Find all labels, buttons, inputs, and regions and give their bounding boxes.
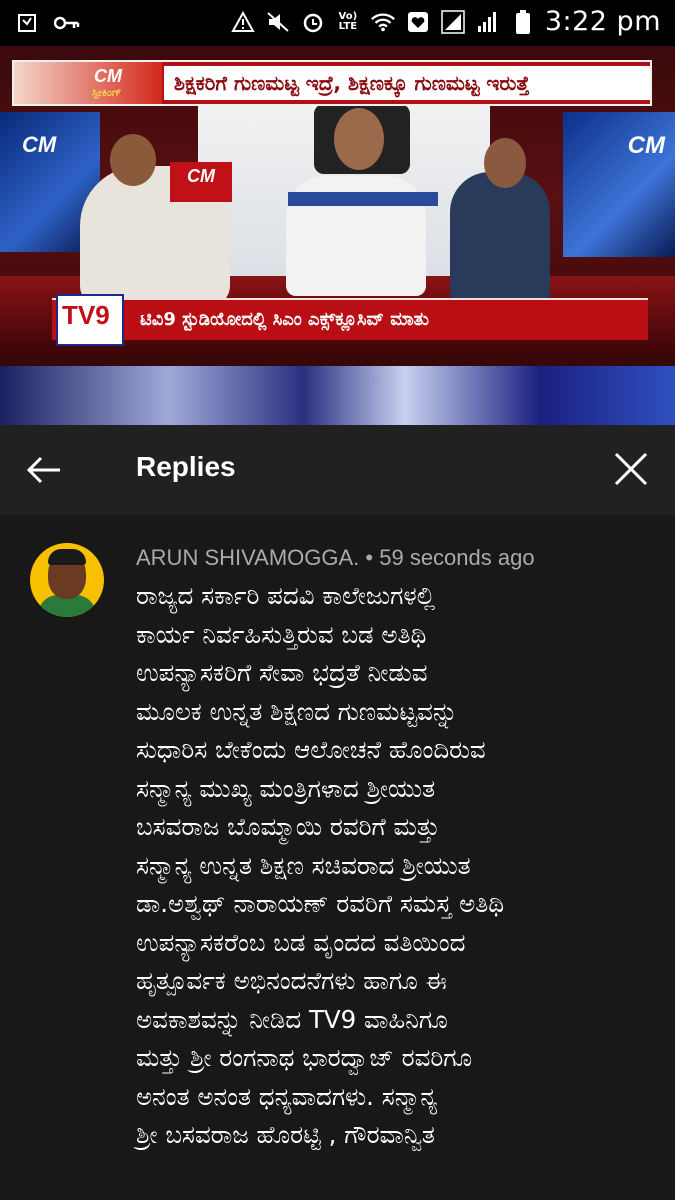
video-lower-graphic [0,366,675,425]
meta-separator: • [359,545,380,570]
comment-line: ಉಪನ್ಯಾಸಕರೆಂಬ ಬಡ ವೃಂದದ ವತಿಯಿಂದ [136,927,466,957]
ticker-bar: ಟಿವಿ9 ಸ್ಟುಡಿಯೋದಲ್ಲಿ ಸಿಎಂ ಎಕ್ಸ್‌ಕ್ಲೂಸಿವ್ … [52,298,648,340]
avatar-hair [48,549,86,565]
cm-sub: ಸ್ಪೀಕಿಂಗ್ [92,86,122,99]
close-icon [614,452,648,486]
comment-timestamp: 59 seconds ago [379,545,535,570]
guest-nameplate [288,192,438,206]
comment-text: ರಾಜ್ಯದ ಸರ್ಕಾರಿ ಪದವಿ ಕಾಲೇಜುಗಳಲ್ಲಿ ಕಾರ್ಯ ನ… [136,577,656,1155]
video-player[interactable]: CM CM CM CM ಸ್ಪೀಕಿಂಗ್ ಶಿಕ್ಷಕರಿಗೆ ಗುಣಮಟ್ಟ… [0,46,675,425]
alarm-icon [300,9,326,35]
cm-badge: CM [94,66,122,86]
cm-logo-left: CM [22,132,57,157]
comment-author[interactable]: ARUN SHIVAMOGGA. [136,545,359,570]
comment-line: ಸುಧಾರಿಸ ಬೇಕೆಂದು ಆಲೋಚನೆ ಹೊಂದಿರುವ [136,735,486,764]
comment-line: ಅವಕಾಶವನ್ನು ನೀಡಿದ TV9 ವಾಹಿನಿಗೂ [136,1004,448,1034]
status-left-icons [14,10,80,36]
comment-line: ರಾಜ್ಯದ ಸರ್ಕಾರಿ ಪದವಿ ಕಾಲೇಜುಗಳಲ್ಲಿ [136,581,436,610]
signal-icon [440,9,466,35]
heart-box-icon [405,9,431,35]
ticker-text: ಟಿವಿ9 ಸ್ಟುಡಿಯೋದಲ್ಲಿ ಸಿಎಂ ಎಕ್ಸ್‌ಕ್ಲೂಸಿವ್ … [140,309,429,330]
avatar[interactable] [30,543,104,617]
comment-line: ಡಾ.ಅಶ್ವಥ್ ನಾರಾಯಣ್ ರವರಿಗೆ ಸಮಸ್ತ ಅತಿಥಿ [136,889,505,918]
volte-icon: Vo) LTE [338,10,358,32]
host-right-head [484,138,526,188]
reply-comment: ARUN SHIVAMOGGA. • 59 seconds ago ರಾಜ್ಯದ… [0,515,675,1200]
status-right-icons: Vo) LTE 3:22 pm [230,6,661,37]
airplane-alert-icon [230,9,256,35]
comment-line: ಅನಂತ ಅನಂತ ಧನ್ಯವಾದಗಳು. ಸನ್ಮಾನ್ಯ [136,1081,438,1111]
comment-line: ಬಸವರಾಜ ಬೊಮ್ಮಾಯಿ ರವರಿಗೆ ಮತ್ತು [136,812,440,841]
guest-head [334,108,384,170]
battery-icon [510,9,536,35]
comment-line: ಮೂಲಕ ಉನ್ನತ ಶಿಕ್ಷಣದ ಗುಣಮಟ್ಟವನ್ನು [136,696,458,726]
replies-title: Replies [136,451,236,482]
tv9-logo-text: TV9 [62,300,110,330]
wifi-icon [370,9,396,35]
cm-speaking-logo: CM ಸ್ಪೀಕಿಂಗ್ [14,62,162,104]
clock-time: 3:22 pm [544,6,661,37]
comment-line: ಶ್ರೀ ಬಸವರಾಜ ಹೊರಟ್ಟಿ , ಗೌರವಾನ್ವಿತ [136,1120,435,1149]
comment-line: ಸನ್ಮಾನ್ಯ ಮುಖ್ಯ ಮಂತ್ರಿಗಳಾದ ಶ್ರೀಯುತ [136,773,436,803]
comment-line: ಮತ್ತು ಶ್ರೀ ರಂಗನಾಥ ಭಾರದ್ವಾಜ್ ರವರಿಗೂ [136,1043,473,1072]
comment-line: ಉಪನ್ಯಾಸಕರಿಗೆ ಸೇವಾ ಭದ್ರತೆ ನೀಡುವ [136,658,428,687]
arrow-left-icon [26,456,60,484]
signal-icon [475,9,501,35]
headline-text: ಶಿಕ್ಷಕರಿಗೆ ಗುಣಮಟ್ಟ ಇದ್ರೆ, ಶಿಕ್ಷಣಕ್ಕೂ ಗುಣ… [164,66,650,100]
comment-meta: ARUN SHIVAMOGGA. • 59 seconds ago [136,545,535,571]
cm-logo-center: CM [170,162,232,202]
replies-header: Replies [0,425,675,515]
host-right-figure [450,172,550,312]
comment-line: ಸನ್ಮಾನ್ಯ ಉನ್ನತ ಶಿಕ್ಷಣ ಸಚಿವರಾದ ಶ್ರೀಯುತ [136,850,471,880]
comment-line: ಕಾರ್ಯ ನಿರ್ವಹಿಸುತ್ತಿರುವ ಬಡ ಅತಿಥಿ [136,619,427,649]
mute-icon [265,9,291,35]
comment-line: ಹೃತ್ಪೂರ್ವಕ ಅಭಿನಂದನೆಗಳು ಹಾಗೂ ಈ [136,966,447,995]
close-button[interactable] [611,449,651,489]
key-icon [54,10,80,36]
back-button[interactable] [22,451,66,489]
headline-banner: CM ಸ್ಪೀಕಿಂಗ್ ಶಿಕ್ಷಕರಿಗೆ ಗುಣಮಟ್ಟ ಇದ್ರೆ, ಶ… [12,60,652,106]
cm-logo-right: CM [627,132,665,159]
host-left-head [110,134,156,186]
tv9-logo: TV9 [56,294,124,346]
clipboard-icon [14,10,40,36]
status-bar: Vo) LTE 3:22 pm [0,0,675,46]
